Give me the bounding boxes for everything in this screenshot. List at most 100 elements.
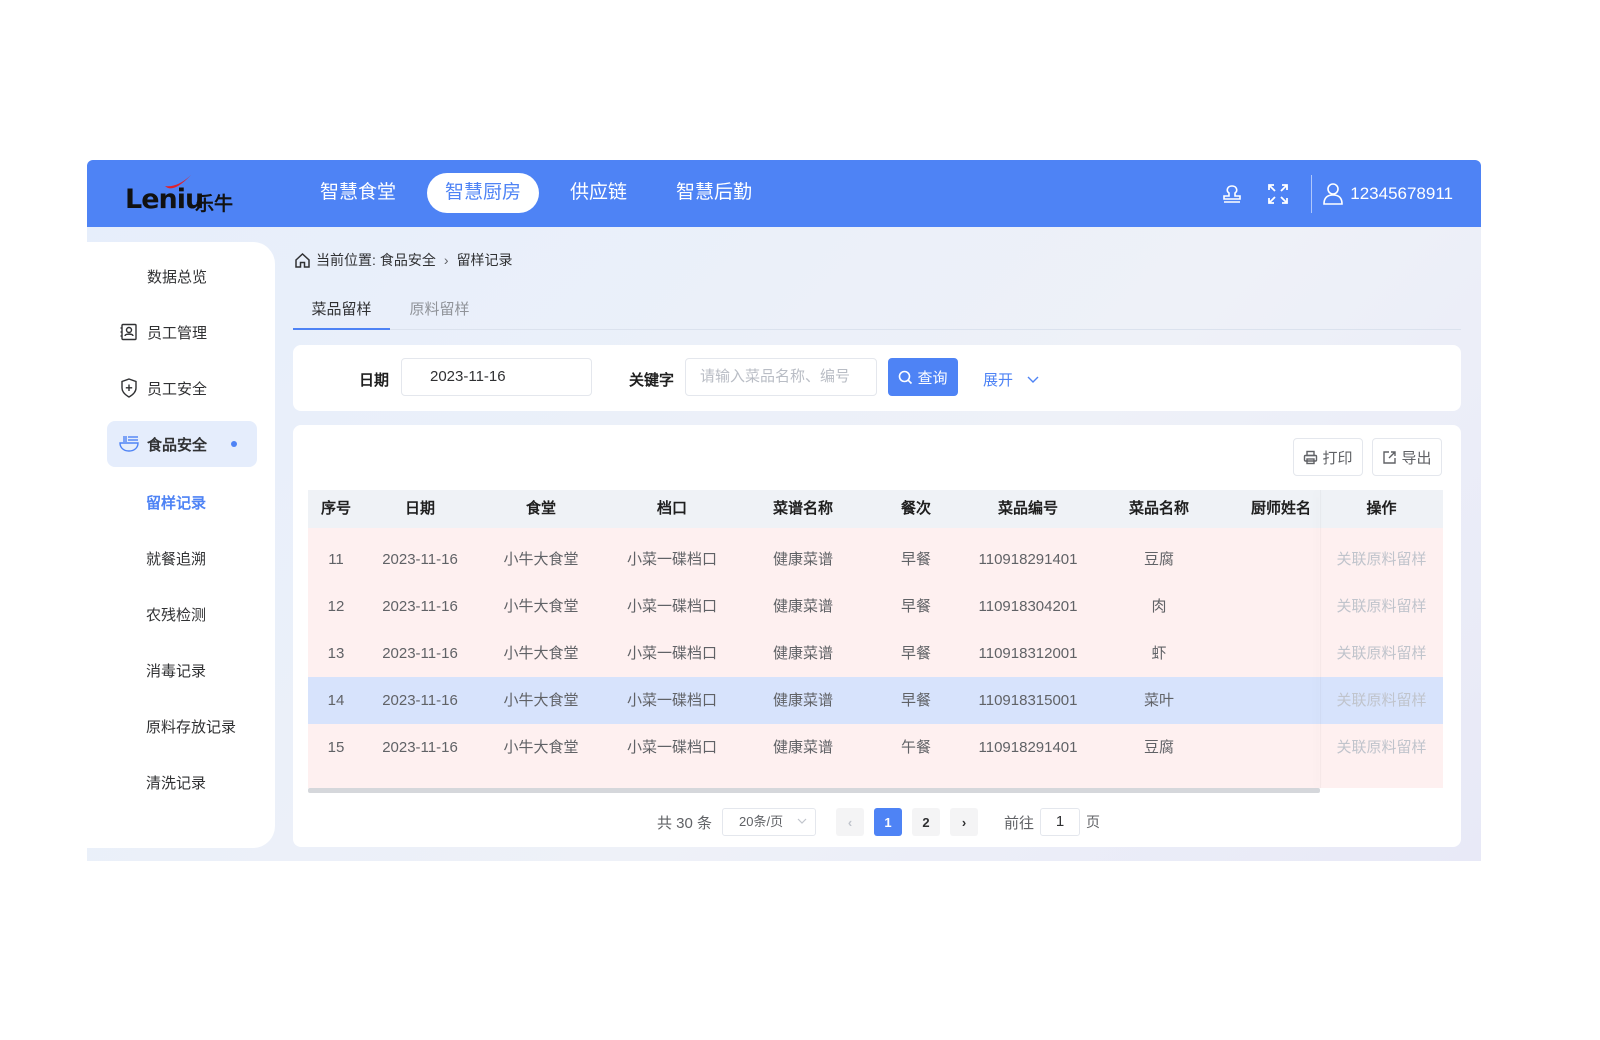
stamp-icon[interactable]	[1219, 181, 1245, 207]
link-material-sample-link[interactable]: 关联原料留样	[1320, 677, 1443, 724]
th-col-menu: 菜谱名称	[772, 500, 833, 517]
chevron-down-icon	[797, 818, 807, 824]
sidebar-sub-meal-trace[interactable]: 就餐追溯	[146, 548, 206, 569]
main-nav: 智慧食堂 智慧厨房 供应链 智慧后勤	[302, 173, 783, 213]
sidebar-item-food-safety[interactable]: 食品安全	[107, 421, 257, 467]
table-panel: 打印 导出 序号 日期 食堂 档口 菜谱名称 餐次 菜品编号 菜品名称 厨师姓名 操作 11 202…	[293, 425, 1461, 847]
cell-dish-name: 虾	[1151, 645, 1167, 662]
query-button-label: 查询	[917, 369, 948, 387]
top-navbar: Leniu 乐牛 智慧食堂 智慧厨房 供应链 智慧后勤 12345678911	[87, 160, 1481, 227]
printer-icon	[1304, 450, 1318, 464]
sidebar-item-label: 员工安全	[147, 380, 208, 398]
table-row[interactable]: 11 2023-11-16 小牛大食堂 小菜一碟档口 健康菜谱 早餐 11091829140…	[308, 536, 1443, 583]
breadcrumb-level2: 留样记录	[456, 252, 513, 268]
expand-toggle[interactable]: 展开	[983, 369, 1039, 390]
cell-date: 2023-11-16	[382, 551, 458, 568]
cell-dish-name: 肉	[1151, 598, 1167, 615]
nav-smart-logistics[interactable]: 智慧后勤	[658, 173, 770, 213]
sidebar-item-data-overview[interactable]: 数据总览	[107, 253, 257, 299]
leniu-logo[interactable]: Leniu 乐牛	[125, 174, 245, 215]
cell-menu: 健康菜谱	[772, 739, 833, 756]
table-row[interactable]: 15 2023-11-16 小牛大食堂 小菜一碟档口 健康菜谱 午餐 11091829140…	[308, 724, 1443, 771]
table-row[interactable]: 13 2023-11-16 小牛大食堂 小菜一碟档口 健康菜谱 早餐 11091831200…	[308, 630, 1443, 677]
cell-canteen: 小牛大食堂	[503, 645, 579, 662]
cell-index: 12	[327, 598, 345, 615]
cell-dish-name: 豆腐	[1143, 739, 1174, 756]
page-2-button[interactable]: 2	[912, 808, 941, 836]
date-label: 日期	[359, 372, 390, 389]
query-button[interactable]: 查询	[888, 358, 958, 396]
link-material-sample-link[interactable]: 关联原料留样	[1320, 583, 1443, 630]
table-row[interactable]: 12 2023-11-16 小牛大食堂 小菜一碟档口 健康菜谱 早餐 11091830420…	[308, 583, 1443, 630]
user-icon	[1323, 182, 1344, 205]
print-button[interactable]: 打印	[1293, 438, 1363, 476]
link-material-sample-link[interactable]: 关联原料留样	[1320, 724, 1443, 771]
nav-smart-canteen[interactable]: 智慧食堂	[302, 173, 414, 213]
cell-menu: 健康菜谱	[772, 645, 833, 662]
chevron-right-icon: ›	[443, 252, 449, 268]
table-row[interactable]: 14 2023-11-16 小牛大食堂 小菜一碟档口 健康菜谱 早餐 11091831500…	[308, 677, 1443, 724]
cell-canteen: 小牛大食堂	[503, 692, 579, 709]
pagination: 共 30 条 20条/页 ‹ 1 2 › 前往 1 页	[657, 807, 1100, 837]
sidebar-sub-material-storage[interactable]: 原料存放记录	[146, 716, 236, 737]
header-actions: 12345678911	[1199, 160, 1453, 227]
date-input[interactable]: 2023-11-16	[401, 358, 592, 396]
nav-supply-chain[interactable]: 供应链	[552, 173, 645, 213]
th-col-index: 序号	[320, 500, 351, 517]
cell-date: 2023-11-16	[382, 692, 458, 709]
breadcrumb-level1[interactable]: 食品安全	[380, 250, 436, 270]
username: 12345678911	[1350, 183, 1453, 203]
user-menu[interactable]: 12345678911	[1322, 182, 1453, 206]
cell-date: 2023-11-16	[382, 739, 458, 756]
cell-stall: 小菜一碟档口	[626, 551, 717, 568]
cell-dish-code: 110918291401	[978, 739, 1078, 756]
tab-material-sample[interactable]: 原料留样	[392, 294, 487, 330]
link-material-sample-link[interactable]: 关联原料留样	[1320, 536, 1443, 583]
cell-canteen: 小牛大食堂	[503, 739, 579, 756]
next-page-button[interactable]: ›	[950, 808, 979, 836]
cell-dish-code: 110918291401	[978, 551, 1078, 568]
goto-page-input[interactable]: 1	[1040, 808, 1081, 836]
page-1-button[interactable]: 1	[874, 808, 903, 836]
export-button[interactable]: 导出	[1372, 438, 1442, 476]
cell-date: 2023-11-16	[382, 598, 458, 615]
sidebar-sub-disinfection[interactable]: 消毒记录	[146, 660, 206, 681]
prev-page-button[interactable]: ‹	[836, 808, 865, 836]
bowl-icon	[118, 433, 140, 455]
print-label: 打印	[1322, 449, 1353, 467]
cell-index: 14	[327, 692, 345, 709]
cell-date: 2023-11-16	[382, 645, 458, 662]
cell-meal: 早餐	[900, 692, 931, 709]
th-col-dish-code: 菜品编号	[997, 500, 1058, 517]
table-header: 序号 日期 食堂 档口 菜谱名称 餐次 菜品编号 菜品名称 厨师姓名 操作	[308, 490, 1443, 528]
breadcrumb: 当前位置: 食品安全 › 留样记录	[294, 250, 513, 270]
page-size-select[interactable]: 20条/页	[722, 808, 817, 836]
export-label: 导出	[1401, 449, 1432, 467]
sidebar-sub-sample-records[interactable]: 留样记录	[146, 492, 206, 513]
search-panel: 日期 2023-11-16 关键字 请输入菜品名称、编号 查询 展开	[293, 345, 1461, 411]
keyword-label: 关键字	[629, 372, 675, 389]
sidebar-item-staff-safety[interactable]: 员工安全	[107, 365, 257, 411]
nav-smart-kitchen[interactable]: 智慧厨房	[427, 173, 540, 213]
cell-dish-name: 豆腐	[1143, 551, 1174, 568]
sidebar-sub-cleaning[interactable]: 清洗记录	[146, 772, 206, 793]
th-col-date: 日期	[404, 500, 435, 517]
page-suffix: 页	[1086, 814, 1101, 830]
active-dot	[231, 441, 237, 447]
sidebar-item-staff-management[interactable]: 员工管理	[107, 309, 257, 355]
cell-stall: 小菜一碟档口	[626, 739, 717, 756]
sidebar-sub-pesticide-test[interactable]: 农残检测	[146, 604, 206, 625]
table-body: 11 2023-11-16 小牛大食堂 小菜一碟档口 健康菜谱 早餐 11091829140…	[308, 528, 1443, 788]
cell-stall: 小菜一碟档口	[626, 598, 717, 615]
horizontal-scrollbar[interactable]	[308, 788, 1320, 793]
tab-dish-sample[interactable]: 菜品留样	[293, 294, 390, 330]
fullscreen-icon[interactable]	[1265, 181, 1291, 207]
cell-dish-name: 菜叶	[1143, 692, 1174, 709]
chevron-down-icon	[1027, 376, 1039, 383]
cell-meal: 早餐	[900, 598, 931, 615]
link-material-sample-link[interactable]: 关联原料留样	[1320, 630, 1443, 677]
cell-meal: 早餐	[900, 645, 931, 662]
home-icon[interactable]	[294, 252, 311, 269]
keyword-input[interactable]: 请输入菜品名称、编号	[685, 358, 877, 396]
sidebar: 数据总览 员工管理 员工安全 食品安全 留样记录 就餐追溯 农残检测 消毒记录 …	[87, 242, 275, 848]
